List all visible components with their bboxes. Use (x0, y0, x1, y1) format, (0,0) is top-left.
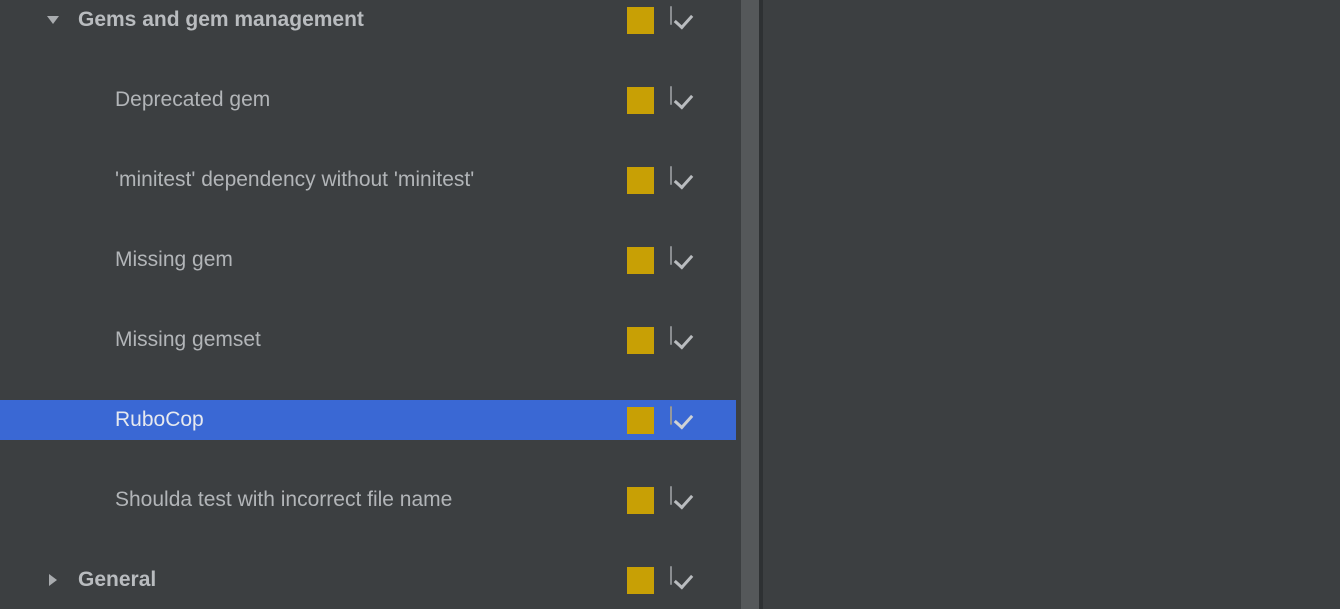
inspection-detail-panel: Use 'standard' gem RuboCop Severities Ma… (763, 0, 1340, 609)
swatch-fill (627, 407, 654, 434)
severity-color-swatch[interactable] (627, 487, 654, 514)
swatch-fill (627, 87, 654, 114)
tree-row-label: Missing gem (115, 240, 233, 280)
swatch-fill (627, 7, 654, 34)
tree-row-label: Shoulda test with incorrect file name (115, 480, 452, 520)
inspection-enabled-checkbox[interactable] (670, 327, 697, 354)
inspection-enabled-checkbox[interactable] (670, 7, 697, 34)
tree-row[interactable]: Missing gemset (0, 320, 736, 360)
chevron-down-icon[interactable] (40, 0, 66, 40)
checkmark-icon[interactable] (670, 86, 672, 105)
swatch-fill (627, 167, 654, 194)
swatch-fill (627, 327, 654, 354)
tree-row[interactable]: RuboCop (0, 400, 736, 440)
checkmark-icon[interactable] (670, 486, 672, 505)
inspection-enabled-checkbox[interactable] (670, 167, 697, 194)
tree-row-label: Deprecated gem (115, 80, 270, 120)
checkmark-icon[interactable] (670, 406, 672, 425)
inspection-enabled-checkbox[interactable] (670, 407, 697, 434)
inspection-enabled-checkbox[interactable] (670, 567, 697, 594)
inspection-enabled-checkbox[interactable] (670, 247, 697, 274)
tree-row-label: 'minitest' dependency without 'minitest' (115, 160, 474, 200)
tree-row-label: Missing gemset (115, 320, 261, 360)
severity-color-swatch[interactable] (627, 567, 654, 594)
swatch-fill (627, 487, 654, 514)
severity-color-swatch[interactable] (627, 327, 654, 354)
tree-row-label: Gems and gem management (78, 0, 364, 40)
splitter-grip[interactable] (741, 0, 759, 609)
swatch-fill (627, 567, 654, 594)
severity-color-swatch[interactable] (627, 7, 654, 34)
tree-row[interactable]: Missing gem (0, 240, 736, 280)
severity-color-swatch[interactable] (627, 407, 654, 434)
tree-row[interactable]: Shoulda test with incorrect file name (0, 480, 736, 520)
inspections-tree[interactable]: Gems and gem management Deprecated gem 'mi… (0, 0, 736, 609)
inspections-settings-screen: Gems and gem management Deprecated gem 'mi… (0, 0, 1340, 609)
inspection-enabled-checkbox[interactable] (670, 487, 697, 514)
tree-row[interactable]: 'minitest' dependency without 'minitest' (0, 160, 736, 200)
inspection-enabled-checkbox[interactable] (670, 87, 697, 114)
swatch-fill (627, 247, 654, 274)
panel-splitter[interactable] (736, 0, 763, 609)
chevron-right-icon[interactable] (40, 560, 66, 600)
severity-color-swatch[interactable] (627, 247, 654, 274)
tree-row[interactable]: General (0, 560, 736, 600)
severity-color-swatch[interactable] (627, 167, 654, 194)
checkmark-icon[interactable] (670, 246, 672, 265)
tree-row-label: RuboCop (115, 400, 204, 440)
checkmark-icon[interactable] (670, 566, 672, 585)
checkmark-icon[interactable] (670, 6, 672, 25)
tree-row[interactable]: Deprecated gem (0, 80, 736, 120)
checkmark-icon[interactable] (670, 326, 672, 345)
tree-row-label: General (78, 560, 156, 600)
checkmark-icon[interactable] (670, 166, 672, 185)
severity-color-swatch[interactable] (627, 87, 654, 114)
tree-row[interactable]: Gems and gem management (0, 0, 736, 40)
